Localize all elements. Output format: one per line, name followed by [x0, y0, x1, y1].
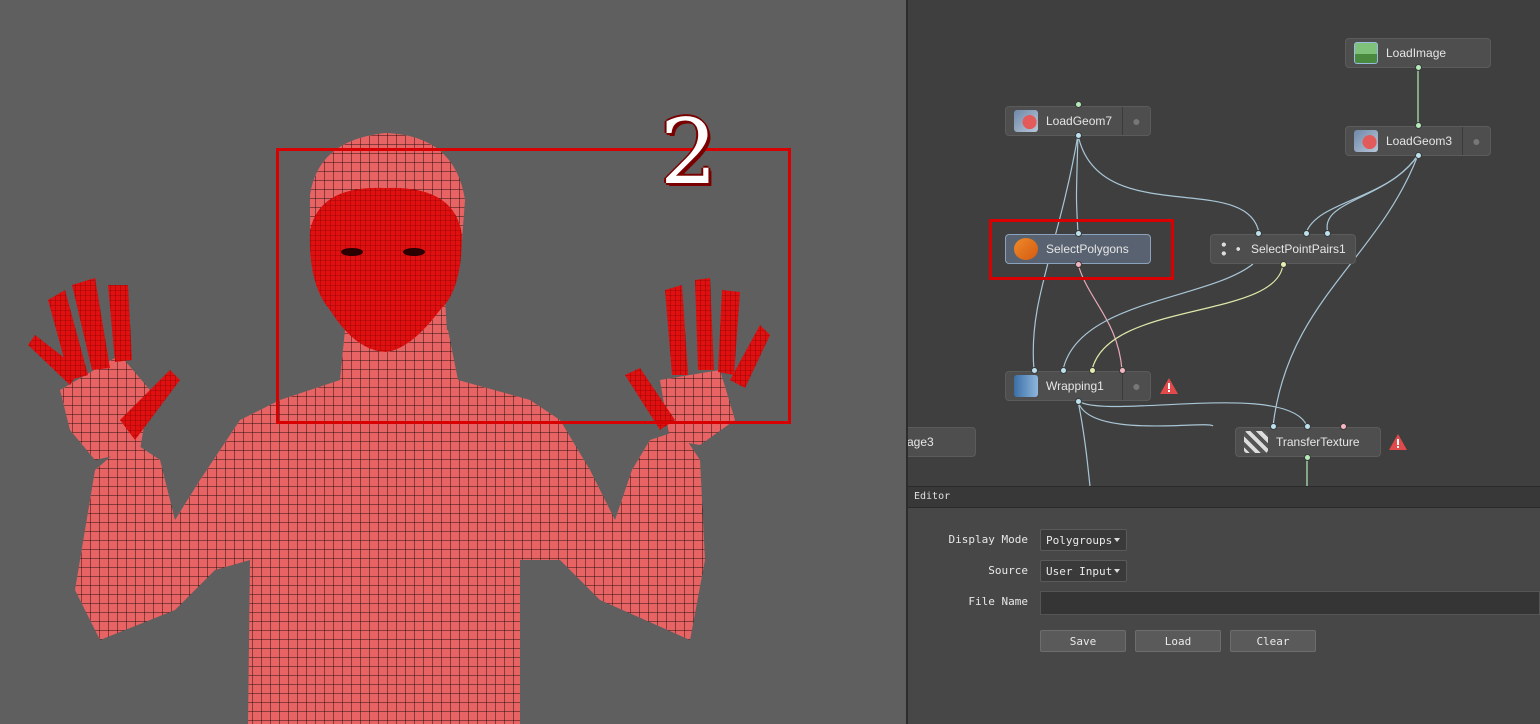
- port[interactable]: [1304, 454, 1311, 461]
- port[interactable]: [1075, 230, 1082, 237]
- save-button[interactable]: Save: [1040, 630, 1126, 652]
- file-name-field[interactable]: [1040, 591, 1540, 615]
- node-graph[interactable]: LoadImage LoadGeom7 ● LoadGeom3 ● Select…: [908, 0, 1540, 486]
- chevron-down-icon: [1114, 569, 1120, 573]
- port[interactable]: [1280, 261, 1287, 268]
- node-label: age3: [908, 435, 934, 449]
- port[interactable]: [1060, 367, 1067, 374]
- image-icon: [1354, 42, 1378, 64]
- 3d-viewport[interactable]: 2 1: [0, 0, 906, 724]
- wire: [1326, 154, 1419, 234]
- geometry-icon: [1014, 110, 1038, 132]
- node-label: LoadGeom7: [1046, 114, 1113, 128]
- source-label: Source: [988, 564, 1028, 577]
- port[interactable]: [1119, 367, 1126, 374]
- load-button[interactable]: Load: [1135, 630, 1221, 652]
- chevron-down-icon: [1114, 538, 1120, 542]
- node-select-point-pairs[interactable]: SelectPointPairs1: [1210, 234, 1356, 264]
- wire: [1077, 400, 1214, 427]
- node-label: TransferTexture: [1276, 435, 1360, 449]
- editor-panel: Display Mode Polygroups Source User Inpu…: [908, 508, 1540, 724]
- display-mode-select[interactable]: Polygroups: [1040, 529, 1127, 551]
- port[interactable]: [1075, 101, 1082, 108]
- wrap-icon: [1014, 375, 1038, 397]
- file-name-label: File Name: [968, 595, 1028, 608]
- editor-title-bar: Editor: [908, 486, 1540, 508]
- port[interactable]: [1340, 423, 1347, 430]
- source-select[interactable]: User Input: [1040, 560, 1127, 582]
- warning-icon: [1389, 434, 1407, 450]
- port[interactable]: [1089, 367, 1096, 374]
- lightbulb-icon[interactable]: ●: [1462, 127, 1490, 155]
- editor-title: Editor: [914, 491, 951, 502]
- port[interactable]: [1255, 230, 1262, 237]
- warning-icon: [1160, 378, 1178, 394]
- left-hand-mesh: [28, 278, 180, 460]
- display-mode-label: Display Mode: [948, 533, 1028, 546]
- node-label: Wrapping1: [1046, 379, 1104, 393]
- port[interactable]: [1304, 423, 1311, 430]
- port[interactable]: [1415, 64, 1422, 71]
- port[interactable]: [1303, 230, 1310, 237]
- source-value: User Input: [1046, 565, 1113, 578]
- node-label: SelectPointPairs1: [1251, 242, 1346, 256]
- port[interactable]: [1075, 261, 1082, 268]
- port[interactable]: [1075, 132, 1082, 139]
- clear-button[interactable]: Clear: [1230, 630, 1316, 652]
- port[interactable]: [1075, 398, 1082, 405]
- wire: [1305, 154, 1419, 234]
- point-pairs-icon: [1219, 238, 1243, 260]
- node-label: LoadGeom3: [1386, 134, 1453, 148]
- geometry-icon: [1354, 130, 1378, 152]
- port[interactable]: [1270, 423, 1277, 430]
- node-load-image-partial[interactable]: age3: [908, 427, 976, 457]
- port[interactable]: [1324, 230, 1331, 237]
- annotation-number-2: 2: [660, 100, 718, 205]
- highlight-box-node: [989, 219, 1174, 280]
- lightbulb-icon[interactable]: ●: [1122, 107, 1150, 135]
- display-mode-value: Polygroups: [1046, 534, 1113, 547]
- texture-transfer-icon: [1244, 431, 1268, 453]
- node-label: LoadImage: [1386, 46, 1447, 60]
- port[interactable]: [1031, 367, 1038, 374]
- port[interactable]: [1415, 122, 1422, 129]
- lightbulb-icon[interactable]: ●: [1122, 372, 1150, 400]
- node-transfer-texture[interactable]: TransferTexture: [1235, 427, 1381, 457]
- node-wrapping[interactable]: Wrapping1 ●: [1005, 371, 1151, 401]
- wire: [1272, 154, 1419, 427]
- port[interactable]: [1415, 152, 1422, 159]
